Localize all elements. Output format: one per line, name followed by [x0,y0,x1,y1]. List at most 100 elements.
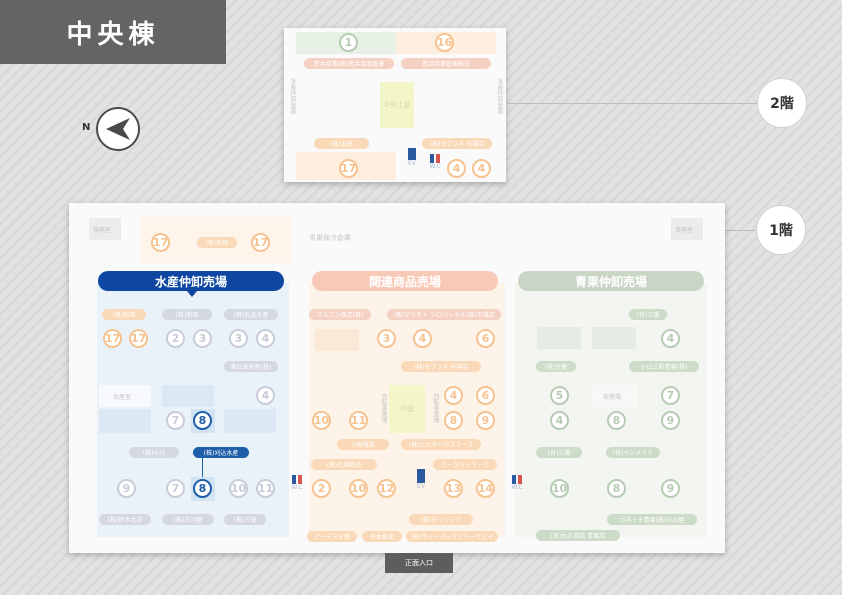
floor2-tenant-pill: (株)太田 [314,138,369,149]
tenant-pill: マルコン株式(株) [309,309,371,320]
floor2-vertical-label: 水産仲卸倉庫 [289,78,296,114]
related-vertical-label: 自転車置場 [380,393,387,423]
tenant-pill: (株)丸福物流 [311,459,377,470]
tenant-pill: 有本食品 [362,531,402,542]
floor2-stall-num: 17 [339,159,358,178]
stall-num: 5 [550,386,569,405]
tenant-pill: (有)三陽 [629,309,667,320]
stall-num: 4 [256,329,275,348]
tenant-pill: (株)豆蔵 [536,361,576,372]
floor2-stall-num: 4 [447,159,466,178]
floor2-map: 1 16 荒井商事(株)荒井商事倉庫 荒井商事倉庫株式 水産仲卸倉庫 水産仲卸倉… [284,28,506,182]
stall-num: 11 [349,411,368,430]
tenant-pill: 東日本水産(株) [224,361,278,372]
stall-num: 10 [312,411,331,430]
stall-num: 3 [193,329,212,348]
stall-num: 9 [661,479,680,498]
stall-num: 17 [103,329,122,348]
restroom-label: W.C [429,163,441,170]
stall-num-highlight: 8 [193,411,212,430]
stall-block [224,409,276,433]
stall-num: 4 [413,329,432,348]
stall-num: 17 [251,233,270,252]
stall-block [537,327,581,349]
stall-num: 7 [166,479,185,498]
stall-num: 6 [476,329,495,348]
stall-num: 8 [607,479,626,498]
floor2-stall-num: 4 [472,159,491,178]
stall-num: 7 [661,386,680,405]
restroom-icon: W.C [425,154,445,170]
stall-num: 10 [550,479,569,498]
stall-num: 4 [444,386,463,405]
stall-num: 3 [377,329,396,348]
tenant-pill: (株)ヒカゲハウスフーズ [401,439,481,450]
building-title: 中央棟 [0,0,226,64]
tenant-pill-highlight[interactable]: (株)刈込水産 [193,447,249,458]
floor2-leader-line [506,103,758,104]
stall-num: 17 [151,233,170,252]
office-label: 事務室 [675,227,694,234]
compass-north-label: N [82,122,91,133]
stall-num-highlight: 8 [193,479,212,498]
floor2-center-block: 中央上屋 [380,82,414,128]
tenant-pill: (株)三河屋 [162,514,214,525]
stall-num: 8 [444,411,463,430]
stall-num: 12 [377,479,396,498]
main-entrance-label: 正面入口 [385,553,453,573]
courtyard-block: 中庭 [389,385,425,433]
stall-num: 17 [129,329,148,348]
tenant-pill: (株)マツモト ツロパッチル(株)市場店 [387,309,501,320]
tenant-pill: (株)ヴィーパックフリーウェイ [406,531,498,542]
tenant-pill: 小山三和青果(株) [629,361,699,372]
stall-num: 2 [312,479,331,498]
stall-num: 9 [476,411,495,430]
floor2-vertical-label: 水産仲卸倉庫 [496,78,503,114]
elevator-label: EV [408,160,416,167]
floor2-tenant-pill: (株)セブンネ 市場店 [422,138,492,149]
seafood-room-label: 水産室 [113,394,132,401]
seafood-pointer-icon [187,291,197,297]
floor2-stall-num: 1 [339,33,358,52]
restroom-icon: W.C [507,475,527,491]
produce-zone [515,283,707,537]
stall-num: 9 [117,479,136,498]
stall-num: 13 [444,479,463,498]
stall-num: 4 [550,411,569,430]
stall-num: 8 [607,411,626,430]
elevator-icon: EV [413,469,429,490]
storage-label: 青果保冷倉庫 [309,234,351,242]
stall-num: 7 [166,411,185,430]
elevator-icon: EV [404,148,420,167]
tenant-pill: アーデスタ保 [307,531,357,542]
floor1-label: 1階 [756,205,806,255]
floor1-map: 事務室 事務室 17 (株)和田 17 青果保冷倉庫 水産仲卸売場 関連商品売場… [69,203,725,553]
tenant-pill: (株)鈴木北洋 [99,514,151,525]
floor2-stall-num: 16 [435,33,454,52]
elevator-label: EV [417,483,425,490]
tenant-pill: (株)セブンネ 市場店 [401,361,481,372]
tenant-pill: (株)三栄 [224,514,266,525]
tenant-pill: (株)小川 [129,447,179,458]
produce-zone-header: 青果仲卸売場 [518,271,704,291]
stall-block [162,385,214,407]
tenant-pill: (株)丸吉水産 [224,309,278,320]
stall-num: 6 [476,386,495,405]
related-vertical-label: 自転車置場 [432,393,439,423]
stall-num: 3 [229,329,248,348]
floor2-label: 2階 [757,78,807,128]
stall-num: 10 [349,479,368,498]
related-zone-header: 関連商品売場 [312,271,498,291]
tenant-pill: (株)和田 [197,237,237,248]
tenant-pill: (有)三陽 [536,447,582,458]
stall-num: 4 [256,386,275,405]
stall-block [315,329,359,351]
tenant-pill: ロータリーマーズ [433,459,497,470]
floor2-tenant-pill: 荒井商事(株)荒井商事倉庫 [304,58,394,69]
stall-num: 10 [229,479,248,498]
restroom-icon: W.C [287,475,307,491]
tenant-pill: 小野電設 [337,439,389,450]
north-arrow-icon [96,107,140,151]
restroom-label: W.C [511,484,523,491]
highlight-connector [202,458,203,478]
